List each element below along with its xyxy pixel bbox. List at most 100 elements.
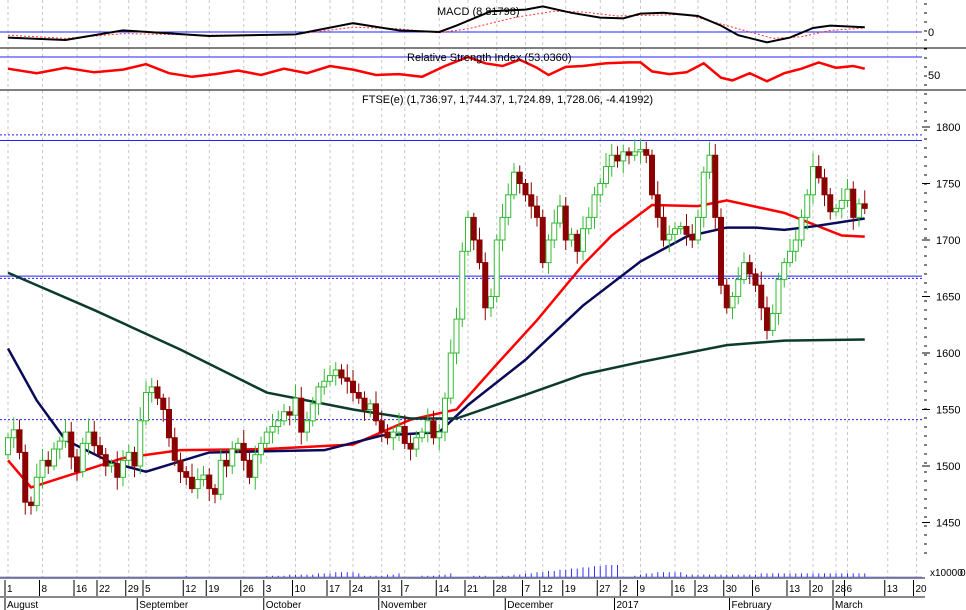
x-day-label: 14 bbox=[438, 584, 450, 595]
candle-body bbox=[614, 154, 621, 162]
candle-body bbox=[827, 194, 834, 213]
x-day-label: 20 bbox=[812, 584, 824, 595]
x-day-label: 10 bbox=[295, 584, 307, 595]
x-day-label: 1 bbox=[7, 584, 13, 595]
candle-body bbox=[166, 409, 172, 439]
candle-body bbox=[585, 216, 592, 230]
candle-body bbox=[355, 392, 362, 399]
candle-body bbox=[97, 445, 103, 456]
x-month-label: August bbox=[7, 600, 38, 610]
x-day-label: 31 bbox=[381, 584, 393, 595]
x-day-label: 12 bbox=[185, 584, 197, 595]
candle-body bbox=[229, 448, 236, 467]
candle-body bbox=[91, 431, 98, 447]
candle-body bbox=[125, 451, 132, 461]
candlesticks bbox=[5, 139, 868, 515]
candle-body bbox=[838, 199, 845, 209]
candle-body bbox=[769, 312, 776, 331]
candle-body bbox=[482, 262, 489, 309]
candle-body bbox=[465, 216, 471, 252]
x-day-label: 6 bbox=[847, 584, 853, 595]
candle-body bbox=[154, 386, 161, 399]
candle-body bbox=[384, 431, 391, 439]
y-tick-label: 1800 bbox=[936, 122, 960, 134]
macd-label: MACD (8.81798) bbox=[437, 6, 520, 18]
candle-body bbox=[718, 216, 724, 286]
x-month-label: 2017 bbox=[617, 600, 640, 610]
candle-body bbox=[171, 437, 178, 461]
y-tick-label: 1700 bbox=[936, 235, 960, 247]
candle-body bbox=[74, 456, 80, 473]
candle-body bbox=[470, 216, 477, 241]
candle-body bbox=[758, 284, 765, 309]
candle-body bbox=[51, 448, 57, 467]
candle-body bbox=[493, 239, 500, 297]
candle-body bbox=[367, 403, 374, 411]
candle-body bbox=[815, 166, 822, 179]
candle-body bbox=[746, 262, 753, 275]
candle-body bbox=[79, 442, 86, 473]
candle-body bbox=[309, 403, 316, 422]
candle-body bbox=[401, 425, 408, 444]
candle-body bbox=[631, 151, 638, 156]
candle-body bbox=[269, 425, 276, 433]
candle-body bbox=[821, 177, 828, 196]
x-day-label: 2 bbox=[622, 584, 628, 595]
candle-body bbox=[700, 171, 707, 218]
candle-body bbox=[424, 420, 431, 433]
x-day-label: 7 bbox=[404, 584, 410, 595]
candle-body bbox=[672, 228, 678, 235]
candle-body bbox=[683, 225, 690, 235]
candle-body bbox=[275, 420, 282, 427]
candle-body bbox=[298, 397, 305, 433]
candle-body bbox=[798, 216, 805, 241]
candle-body bbox=[666, 233, 673, 241]
candle-body bbox=[361, 397, 368, 411]
candle-body bbox=[660, 216, 667, 241]
x-day-label: 7 bbox=[525, 584, 531, 595]
panel-borders bbox=[0, 47, 966, 598]
candle-body bbox=[200, 474, 207, 481]
candle-body bbox=[102, 454, 109, 467]
x-day-label: 12 bbox=[542, 584, 554, 595]
candle-body bbox=[39, 459, 46, 478]
candle-body bbox=[114, 463, 121, 478]
candle-body bbox=[741, 262, 747, 281]
candle-body bbox=[562, 205, 569, 241]
x-day-label: 21 bbox=[467, 584, 479, 595]
candle-body bbox=[591, 194, 598, 218]
candle-body bbox=[436, 431, 443, 439]
candle-body bbox=[281, 411, 287, 422]
candle-body bbox=[654, 194, 661, 218]
candle-body bbox=[447, 352, 454, 399]
candle-body bbox=[189, 476, 195, 490]
candle-body bbox=[580, 228, 586, 252]
candle-body bbox=[689, 233, 696, 241]
candle-body bbox=[551, 222, 558, 241]
x-day-label: 16 bbox=[674, 584, 686, 595]
candle-body bbox=[442, 397, 448, 433]
candle-body bbox=[792, 239, 799, 252]
candle-body bbox=[677, 225, 684, 230]
candle-body bbox=[378, 420, 385, 433]
candle-body bbox=[620, 151, 627, 162]
x-day-label: 26 bbox=[243, 584, 255, 595]
candle-body bbox=[338, 369, 345, 379]
y-tick-label: 1450 bbox=[936, 518, 960, 530]
candle-body bbox=[56, 440, 63, 450]
candle-body bbox=[626, 151, 632, 156]
candle-body bbox=[729, 296, 736, 309]
candle-body bbox=[131, 451, 138, 467]
candle-body bbox=[108, 463, 115, 467]
candle-body bbox=[160, 397, 167, 411]
candle-body bbox=[453, 318, 460, 354]
candle-body bbox=[148, 386, 155, 394]
candle-body bbox=[804, 194, 811, 218]
candle-body bbox=[488, 296, 494, 309]
candle-body bbox=[706, 154, 713, 173]
x-day-label: 6 bbox=[755, 584, 761, 595]
volume-unit-label: x10000 bbox=[930, 568, 963, 579]
candle-body bbox=[223, 459, 230, 467]
candle-body bbox=[833, 207, 839, 213]
volume-panel: x100000 bbox=[0, 565, 966, 579]
